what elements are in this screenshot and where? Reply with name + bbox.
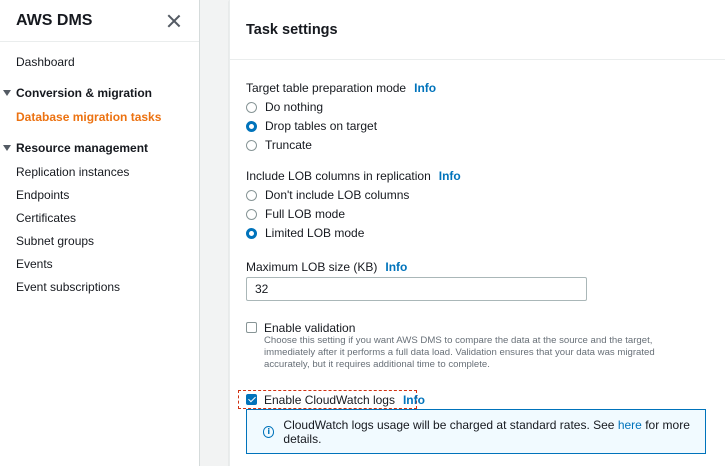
lob-info-link[interactable]: Info [439,169,461,183]
radio-label: Don't include LOB columns [265,188,410,202]
sidebar-title: AWS DMS [16,11,93,29]
cloudwatch-info-link[interactable]: Info [403,393,425,407]
sidebar-header: AWS DMS [0,0,199,42]
radio-button[interactable] [246,189,257,201]
radio-button-selected[interactable] [246,227,257,239]
sidebar-item-endpoints[interactable]: Endpoints [16,188,69,202]
sidebar-section-label: Resource management [16,141,149,155]
alert-text: CloudWatch logs usage will be charged at… [283,418,705,446]
radio-button-selected[interactable] [246,120,257,132]
radio-label: Truncate [265,138,312,152]
radio-button[interactable] [246,139,257,151]
enable-validation-label: Enable validation [264,321,356,335]
caret-down-icon [3,90,11,96]
max-lob-size-input[interactable] [246,277,587,301]
max-lob-info-link[interactable]: Info [385,260,407,274]
radio-drop-tables[interactable]: Drop tables on target [246,119,377,133]
sidebar-section-conversion[interactable]: Conversion & migration [3,86,152,100]
enable-cloudwatch-checkbox[interactable] [246,394,257,405]
sidebar-section-resource[interactable]: Resource management [3,141,148,155]
radio-full-lob[interactable]: Full LOB mode [246,207,345,221]
enable-cloudwatch-label: Enable CloudWatch logs Info [264,393,425,407]
radio-button[interactable] [246,208,257,220]
alert-here-link[interactable]: here [618,418,642,432]
target-prep-label-text: Target table preparation mode [246,81,407,95]
radio-truncate[interactable]: Truncate [246,138,312,152]
radio-limited-lob[interactable]: Limited LOB mode [246,226,364,240]
close-icon[interactable] [167,14,181,28]
cloudwatch-label-text: Enable CloudWatch logs [264,393,395,407]
radio-label: Do nothing [265,100,324,114]
sidebar: AWS DMS Dashboard Conversion & migration… [0,0,200,466]
enable-validation-description: Choose this setting if you want AWS DMS … [264,335,655,370]
cloudwatch-info-alert: i CloudWatch logs usage will be charged … [246,409,706,454]
sidebar-item-database-migration-tasks[interactable]: Database migration tasks [16,110,161,124]
caret-down-icon [3,145,11,151]
radio-label: Limited LOB mode [265,226,365,240]
task-settings-panel: Task settings Target table preparation m… [229,0,725,466]
target-prep-info-link[interactable]: Info [414,81,436,95]
sidebar-item-dashboard[interactable]: Dashboard [16,55,75,69]
max-lob-label: Maximum LOB size (KB) Info [246,260,407,274]
sidebar-item-subnet-groups[interactable]: Subnet groups [16,234,94,248]
sidebar-item-certificates[interactable]: Certificates [16,211,76,225]
max-lob-label-text: Maximum LOB size (KB) [246,260,378,274]
radio-label: Full LOB mode [265,207,346,221]
radio-dont-include-lob[interactable]: Don't include LOB columns [246,188,409,202]
enable-validation-checkbox[interactable] [246,322,257,333]
radio-do-nothing[interactable]: Do nothing [246,100,323,114]
lob-label: Include LOB columns in replication Info [246,169,461,183]
panel-header: Task settings [230,0,725,60]
info-circle-icon: i [263,425,275,438]
target-prep-label: Target table preparation mode Info [246,81,436,95]
sidebar-section-label: Conversion & migration [16,86,153,100]
sidebar-item-replication-instances[interactable]: Replication instances [16,165,129,179]
sidebar-item-event-subscriptions[interactable]: Event subscriptions [16,280,120,294]
alert-text-before: CloudWatch logs usage will be charged at… [283,417,618,432]
sidebar-item-events[interactable]: Events [16,257,53,271]
radio-label: Drop tables on target [265,119,378,133]
radio-button[interactable] [246,101,257,113]
panel-title: Task settings [246,22,338,38]
lob-label-text: Include LOB columns in replication [246,169,431,183]
